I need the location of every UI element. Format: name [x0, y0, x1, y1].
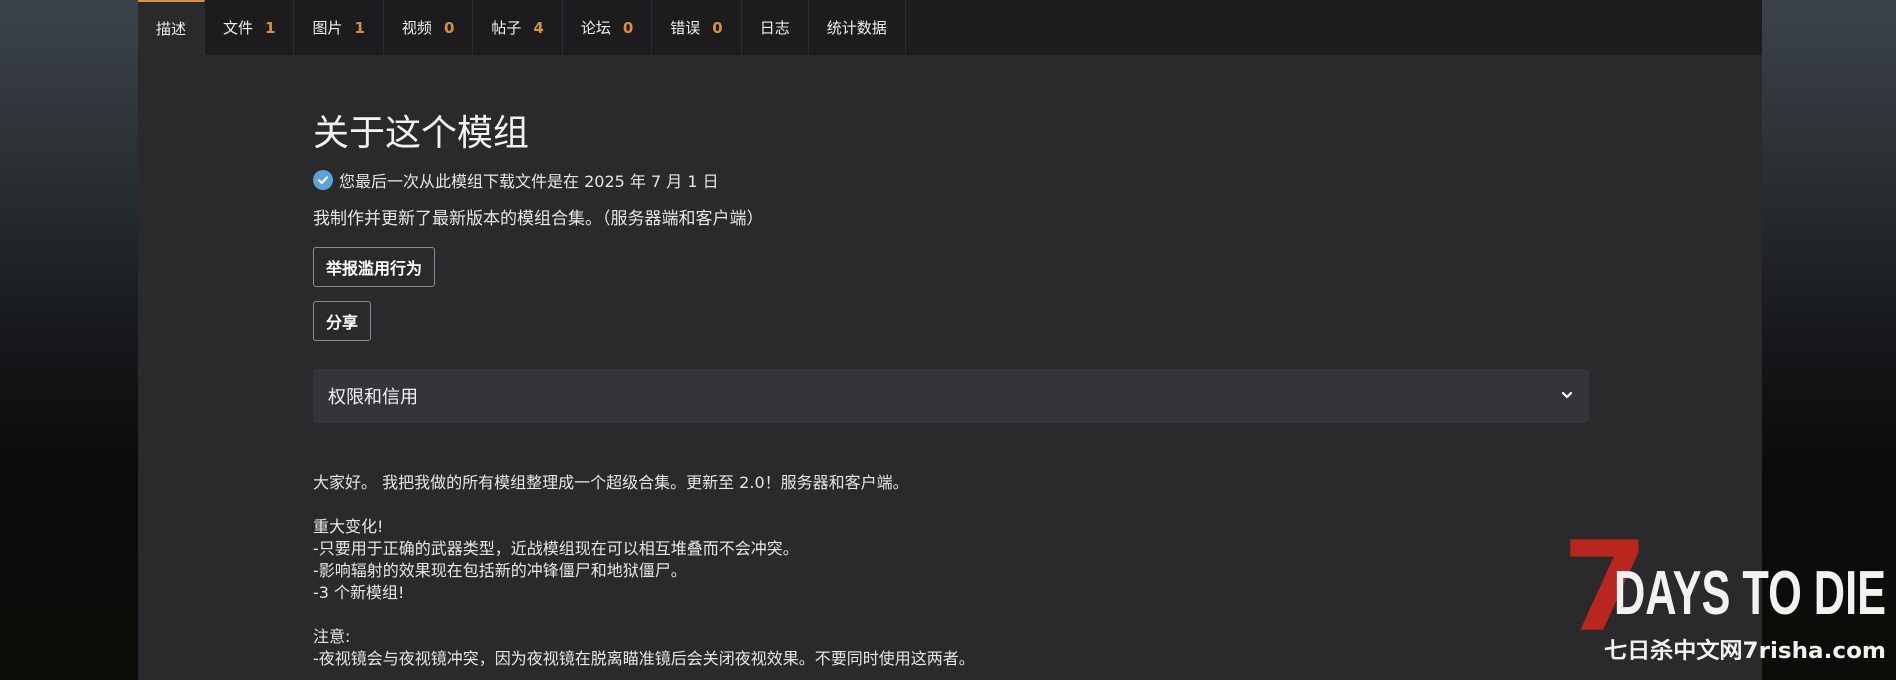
- mod-tabs: 描述 文件 1 图片 1 视频 0 帖子 4 论坛 0 错误 0 日志 统计数据: [138, 0, 1762, 55]
- tab-bugs[interactable]: 错误 0: [652, 0, 742, 55]
- tab-description[interactable]: 描述: [138, 0, 206, 55]
- tab-stats[interactable]: 统计数据: [809, 0, 906, 55]
- change-item: -影响辐射的效果现在包括新的冲锋僵尸和地狱僵尸。: [313, 561, 687, 580]
- tab-count: 0: [622, 18, 634, 37]
- note-item: -夜视镜会与夜视镜冲突，因为夜视镜在脱离瞄准镜后会关闭夜视效果。不要同时使用这两…: [313, 649, 975, 668]
- share-button[interactable]: 分享: [313, 301, 372, 341]
- background-left: [0, 0, 138, 680]
- tab-label: 日志: [759, 19, 790, 37]
- tab-label: 描述: [156, 20, 187, 38]
- change-item: -3 个新模组!: [313, 583, 405, 602]
- permissions-label: 权限和信用: [328, 387, 418, 408]
- tab-videos[interactable]: 视频 0: [384, 0, 474, 55]
- tab-label: 图片: [312, 19, 343, 37]
- download-note: 您最后一次从此模组下载文件是在 2025 年 7 月 1 日: [313, 168, 719, 192]
- mod-page: 描述 文件 1 图片 1 视频 0 帖子 4 论坛 0 错误 0 日志 统计数据…: [138, 0, 1762, 680]
- tab-files[interactable]: 文件 1: [205, 0, 295, 55]
- tab-logs[interactable]: 日志: [742, 0, 809, 55]
- tab-images[interactable]: 图片 1: [294, 0, 384, 55]
- permissions-accordion[interactable]: 权限和信用: [313, 369, 1589, 423]
- tab-count: 0: [443, 18, 455, 37]
- tab-count: 4: [533, 18, 544, 37]
- site-watermark-logo: 7 DAYS TO DIE 七日杀中文网7risha.com: [1562, 516, 1896, 672]
- tab-label: 视频: [401, 19, 432, 37]
- chevron-down-icon: [1560, 387, 1574, 406]
- tab-label: 论坛: [580, 19, 611, 37]
- description-intro: 大家好。 我把我做的所有模组整理成一个超级合集。更新至 2.0！服务器和客户端。: [313, 473, 909, 492]
- tab-forum[interactable]: 论坛 0: [563, 0, 653, 55]
- check-circle-icon: [313, 170, 333, 190]
- download-note-text: 您最后一次从此模组下载文件是在 2025 年 7 月 1 日: [339, 172, 719, 191]
- notes-heading: 注意:: [313, 627, 351, 646]
- tab-label: 错误: [670, 19, 701, 37]
- tab-count: 1: [265, 18, 276, 37]
- tab-count: 1: [354, 18, 365, 37]
- tab-count: 0: [712, 18, 723, 37]
- tab-posts[interactable]: 帖子 4: [473, 0, 563, 55]
- report-abuse-button[interactable]: 举报滥用行为: [313, 247, 436, 287]
- mod-summary: 我制作并更新了最新版本的模组合集。（服务器端和客户端）: [313, 209, 764, 229]
- tab-label: 文件: [223, 19, 254, 37]
- page-title: 关于这个模组: [313, 113, 530, 154]
- logo-text: DAYS TO DIE: [1614, 559, 1886, 628]
- tab-label: 帖子: [491, 19, 522, 37]
- mod-description: 大家好。 我把我做的所有模组整理成一个超级合集。更新至 2.0！服务器和客户端。…: [313, 472, 975, 670]
- tab-label: 统计数据: [826, 19, 887, 37]
- logo-site-text: 七日杀中文网7risha.com: [1604, 638, 1886, 664]
- change-item: -只要用于正确的武器类型，近战模组现在可以相互堆叠而不会冲突。: [313, 539, 799, 558]
- changes-heading: 重大变化!: [313, 517, 384, 536]
